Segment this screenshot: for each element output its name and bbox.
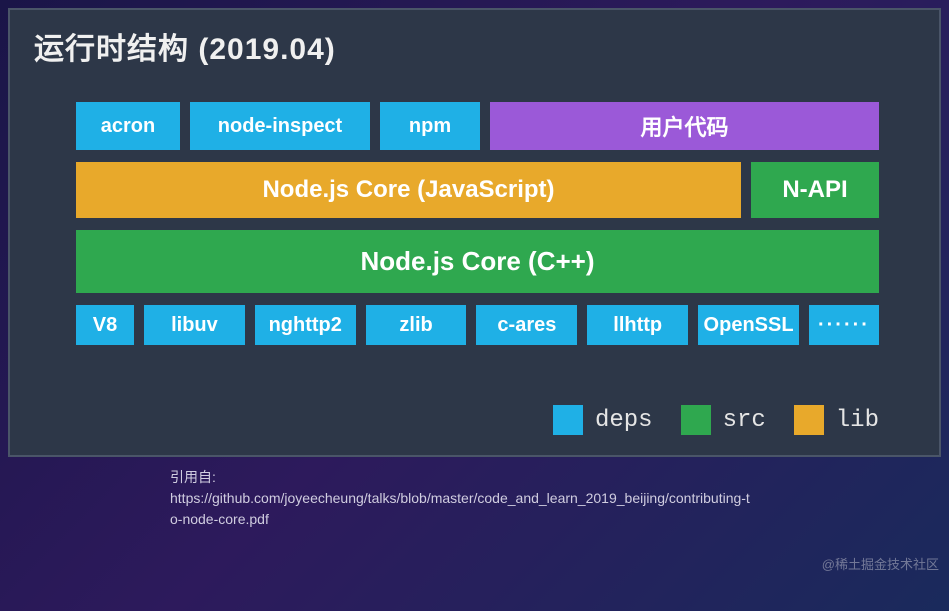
- citation-url: https://github.com/joyeecheung/talks/blo…: [170, 488, 750, 530]
- box-core-js: Node.js Core (JavaScript): [76, 162, 741, 218]
- diagram-panel: 运行时结构 (2019.04) acron node-inspect npm 用…: [8, 8, 941, 457]
- legend-src-label: src: [723, 407, 766, 434]
- box-libuv: libuv: [144, 305, 245, 345]
- box-user-code: 用户代码: [490, 102, 879, 150]
- legend-lib-label: lib: [836, 407, 879, 434]
- architecture-diagram: acron node-inspect npm 用户代码 Node.js Core…: [34, 102, 879, 435]
- citation: 引用自: https://github.com/joyeecheung/talk…: [170, 467, 750, 530]
- swatch-deps: [553, 405, 583, 435]
- row-tools: acron node-inspect npm 用户代码: [76, 102, 879, 150]
- box-core-cpp: Node.js Core (C++): [76, 230, 879, 293]
- swatch-lib: [794, 405, 824, 435]
- box-zlib: zlib: [366, 305, 467, 345]
- box-node-inspect: node-inspect: [190, 102, 370, 150]
- box-v8: V8: [76, 305, 134, 345]
- legend-src: src: [681, 405, 766, 435]
- legend: deps src lib: [76, 405, 879, 435]
- citation-prefix: 引用自:: [170, 467, 750, 488]
- legend-deps-label: deps: [595, 407, 653, 434]
- box-more: ······: [809, 305, 879, 345]
- box-llhttp: llhttp: [587, 305, 688, 345]
- box-nghttp2: nghttp2: [255, 305, 356, 345]
- box-napi: N-API: [751, 162, 879, 218]
- legend-deps: deps: [553, 405, 653, 435]
- box-cares: c-ares: [476, 305, 577, 345]
- row-core-cpp: Node.js Core (C++): [76, 230, 879, 293]
- swatch-src: [681, 405, 711, 435]
- box-acron: acron: [76, 102, 180, 150]
- panel-title: 运行时结构 (2019.04): [34, 24, 879, 68]
- box-openssl: OpenSSL: [698, 305, 799, 345]
- watermark: @稀土掘金技术社区: [822, 554, 939, 573]
- box-npm: npm: [380, 102, 480, 150]
- legend-lib: lib: [794, 405, 879, 435]
- row-deps: V8 libuv nghttp2 zlib c-ares llhttp Open…: [76, 305, 879, 345]
- row-core-js: Node.js Core (JavaScript) N-API: [76, 162, 879, 218]
